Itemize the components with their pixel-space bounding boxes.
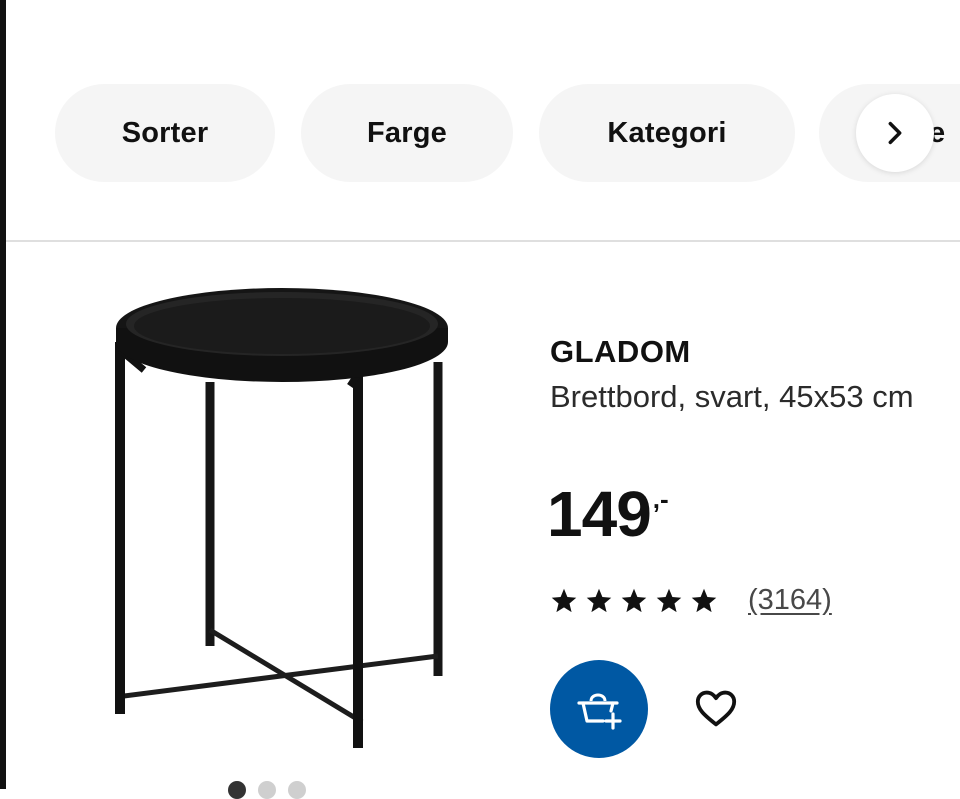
rating-stars [550,587,718,615]
review-count-link[interactable]: (3164) [748,584,832,617]
product-name[interactable]: GLADOM [550,334,691,370]
tray-table-image [115,288,448,748]
star-icon [551,588,577,612]
product-price: 149 ,- [547,478,669,550]
sort-filter-button[interactable]: Sorter [55,84,275,182]
color-filter-label: Farge [367,116,447,149]
star-icon [621,588,647,612]
product-image[interactable] [100,282,460,762]
favourite-button[interactable] [690,682,742,734]
color-filter-button[interactable]: Farge [301,84,513,182]
section-divider [6,240,960,242]
star-icon [691,588,717,612]
category-filter-button[interactable]: Kategori [539,84,795,182]
carousel-dot[interactable] [228,781,246,799]
star-icon [656,588,682,612]
shopping-bag-add-icon [577,693,622,730]
category-filter-label: Kategori [607,116,727,149]
chevron-right-icon [888,121,902,145]
sort-filter-label: Sorter [121,116,209,149]
filter-bar: Sorter Farge Kategori e [0,84,960,182]
filter-scroll-right-button[interactable] [856,94,934,172]
product-rating[interactable]: (3164) [550,584,832,617]
carousel-dot[interactable] [258,781,276,799]
carousel-dot[interactable] [288,781,306,799]
image-carousel-indicator [228,781,306,799]
add-to-cart-button[interactable] [550,660,648,758]
star-icon [586,588,612,612]
product-description: Brettbord, svart, 45x53 cm [550,379,914,414]
heart-icon [695,690,737,727]
price-value: 149 [547,478,652,550]
price-suffix: ,- [652,484,669,514]
